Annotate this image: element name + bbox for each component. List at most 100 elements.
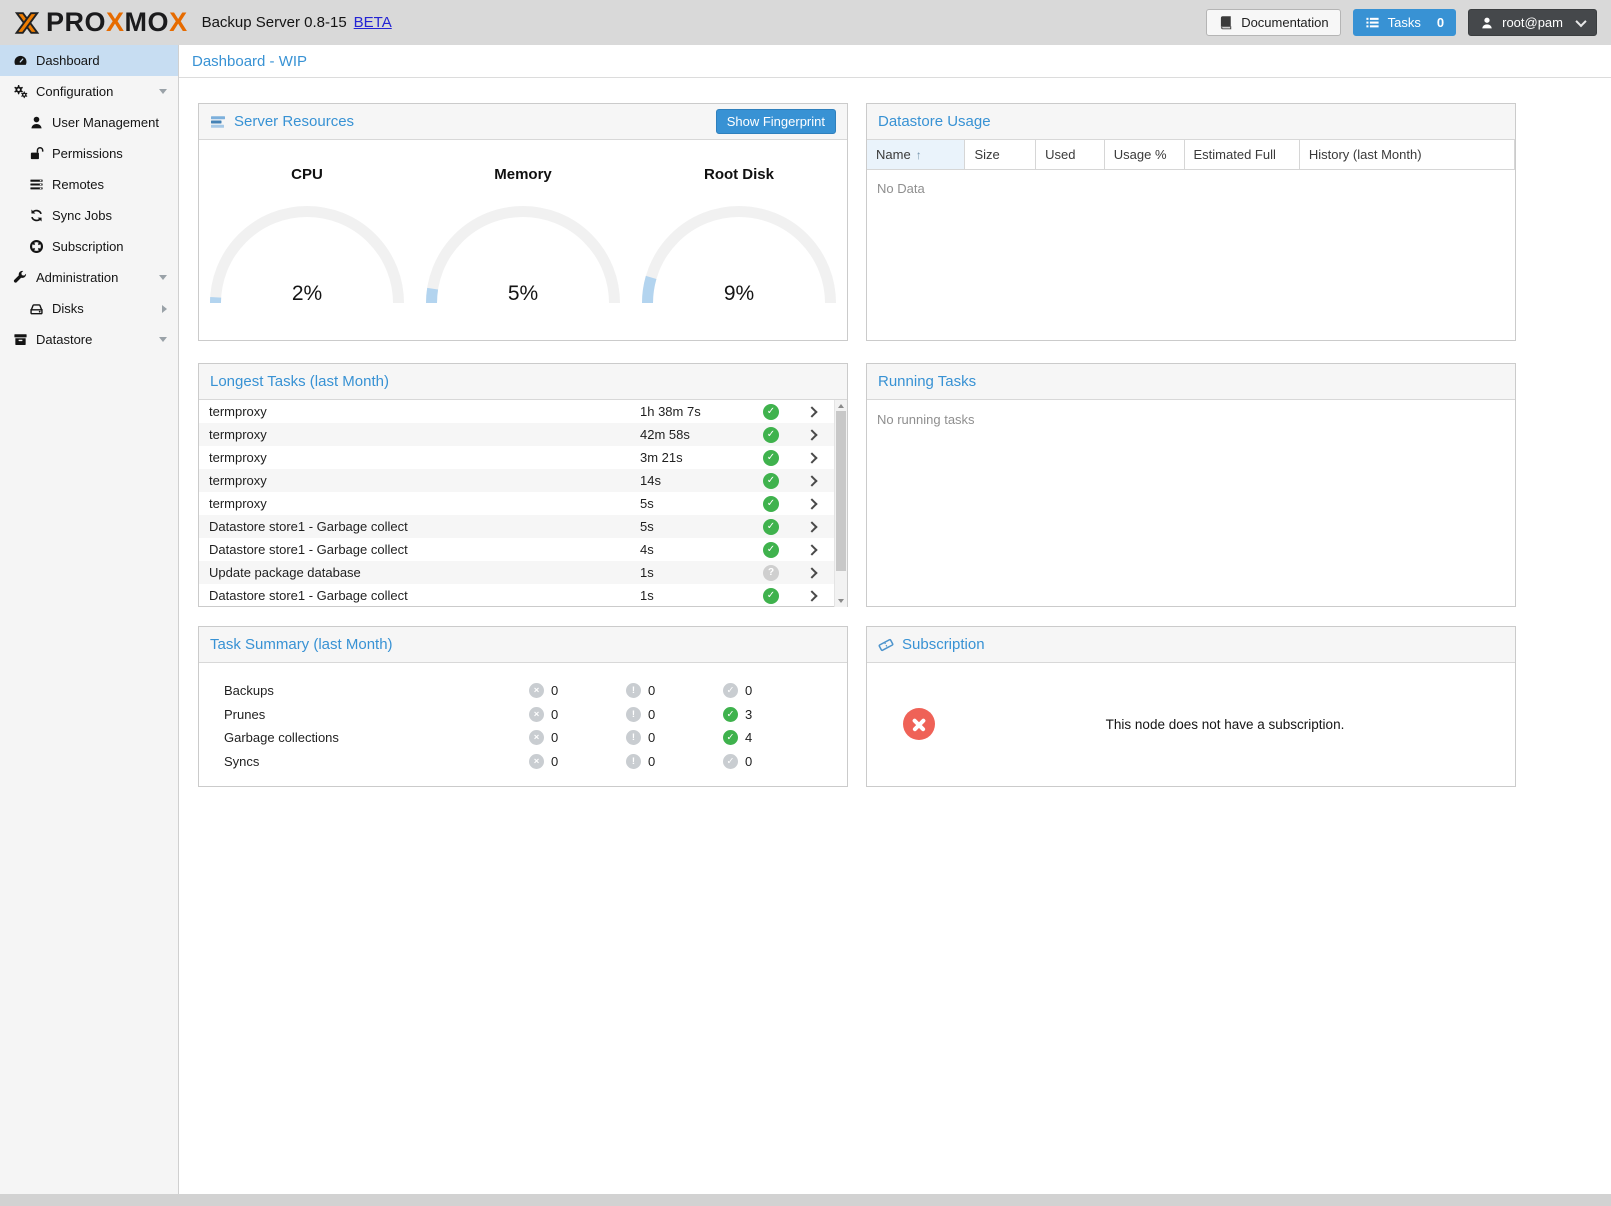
chevron-right-icon[interactable]: [790, 592, 834, 600]
sidebar-item-remotes[interactable]: Remotes: [0, 169, 178, 200]
ticket-icon: [878, 637, 894, 653]
longest-tasks-panel: Longest Tasks (last Month) termproxy 1h …: [198, 363, 848, 607]
task-duration: 1s: [640, 565, 752, 580]
error-count-cell[interactable]: ×0: [529, 683, 626, 698]
warning-icon: !: [626, 730, 641, 745]
chevron-right-icon[interactable]: [790, 523, 834, 531]
column-header-size[interactable]: Size: [965, 140, 1036, 169]
subscription-panel: Subscription This node does not have a s…: [866, 626, 1516, 787]
app-window: PROXMOX Backup Server 0.8-15 BETA Docume…: [0, 0, 1611, 1194]
error-count-cell[interactable]: ×0: [529, 707, 626, 722]
task-duration: 4s: [640, 542, 752, 557]
ok-icon: ✓: [723, 754, 738, 769]
chevron-right-icon[interactable]: [790, 569, 834, 577]
beta-link[interactable]: BETA: [354, 14, 392, 31]
datastore-usage-table-header: Name↑SizeUsedUsage %Estimated FullHistor…: [867, 140, 1515, 170]
task-row[interactable]: termproxy 42m 58s ✓: [199, 423, 834, 446]
sidebar-item-disks[interactable]: Disks: [0, 293, 178, 324]
warning-count-cell[interactable]: !0: [626, 707, 723, 722]
tachometer-icon: [12, 53, 28, 69]
chevron-right-icon[interactable]: [790, 431, 834, 439]
sidebar-item-label: Administration: [36, 270, 118, 285]
sidebar-item-sync-jobs[interactable]: Sync Jobs: [0, 200, 178, 231]
wrench-icon: [12, 270, 28, 286]
sidebar-item-administration[interactable]: Administration: [0, 262, 178, 293]
warning-icon: !: [626, 754, 641, 769]
warning-count-cell[interactable]: !0: [626, 730, 723, 745]
documentation-button[interactable]: Documentation: [1206, 9, 1340, 36]
task-row[interactable]: termproxy 14s ✓: [199, 469, 834, 492]
task-summary-panel: Task Summary (last Month) Backups ×0 !0 …: [198, 626, 848, 787]
scrollbar[interactable]: [834, 400, 847, 607]
sort-asc-icon: ↑: [916, 148, 922, 162]
task-row[interactable]: Datastore store1 - Garbage collect 5s ✓: [199, 515, 834, 538]
gauge-cpu: CPU 2%: [199, 166, 415, 309]
datastore-usage-empty-text: No Data: [867, 170, 1515, 207]
task-duration: 1s: [640, 588, 752, 603]
sidebar-item-label: User Management: [52, 115, 159, 130]
ok-count-cell[interactable]: ✓0: [723, 754, 820, 769]
sidebar-item-label: Permissions: [52, 146, 123, 161]
column-header-history-last-month-[interactable]: History (last Month): [1300, 140, 1515, 169]
subscription-message: This node does not have a subscription.: [935, 717, 1515, 732]
sidebar-item-dashboard[interactable]: Dashboard: [0, 45, 178, 76]
column-header-used[interactable]: Used: [1036, 140, 1105, 169]
sidebar-item-permissions[interactable]: Permissions: [0, 138, 178, 169]
sidebar-item-label: Datastore: [36, 332, 92, 347]
show-fingerprint-button[interactable]: Show Fingerprint: [716, 109, 836, 134]
documentation-label: Documentation: [1241, 15, 1328, 30]
chevron-right-icon[interactable]: [162, 305, 167, 313]
warning-count-cell[interactable]: !0: [626, 683, 723, 698]
gauge-memory: Memory 5%: [415, 166, 631, 309]
error-count-cell[interactable]: ×0: [529, 730, 626, 745]
sync-icon: [28, 208, 44, 224]
task-row[interactable]: Datastore store1 - Garbage collect 1s ✓: [199, 584, 834, 607]
sidebar-item-subscription[interactable]: Subscription: [0, 231, 178, 262]
chevron-down-icon[interactable]: [159, 89, 167, 94]
task-row[interactable]: termproxy 3m 21s ✓: [199, 446, 834, 469]
sidebar-item-user-management[interactable]: User Management: [0, 107, 178, 138]
scroll-down-arrow[interactable]: [835, 595, 847, 607]
chevron-right-icon[interactable]: [790, 454, 834, 462]
error-count-cell[interactable]: ×0: [529, 754, 626, 769]
error-icon: ×: [529, 754, 544, 769]
task-summary-label: Syncs: [199, 754, 529, 769]
chevron-right-icon[interactable]: [790, 546, 834, 554]
no-subscription-icon: [903, 708, 935, 740]
warning-count-cell[interactable]: !0: [626, 754, 723, 769]
ok-count-cell[interactable]: ✓4: [723, 730, 820, 745]
tasks-button[interactable]: Tasks 0: [1353, 9, 1456, 36]
column-header-usage-[interactable]: Usage %: [1105, 140, 1185, 169]
task-row[interactable]: Update package database 1s ?: [199, 561, 834, 584]
cogs-icon: [12, 84, 28, 100]
task-row[interactable]: termproxy 1h 38m 7s ✓: [199, 400, 834, 423]
chevron-down-icon[interactable]: [159, 275, 167, 280]
chevron-right-icon[interactable]: [790, 500, 834, 508]
task-summary-row: Syncs ×0 !0 ✓0: [199, 750, 847, 774]
book-icon: [1218, 15, 1233, 30]
task-row[interactable]: termproxy 5s ✓: [199, 492, 834, 515]
column-header-estimated-full[interactable]: Estimated Full: [1185, 140, 1300, 169]
sidebar-item-datastore[interactable]: Datastore: [0, 324, 178, 355]
chevron-right-icon[interactable]: [790, 408, 834, 416]
ok-icon: ✓: [723, 707, 738, 722]
gauge-value: 5%: [423, 282, 623, 306]
gauge-label: Memory: [415, 166, 631, 183]
breadcrumb-bar: Dashboard - WIP: [179, 45, 1611, 78]
task-name: termproxy: [199, 496, 640, 511]
datastore-usage-panel: Datastore Usage Name↑SizeUsedUsage %Esti…: [866, 103, 1516, 341]
proxmox-logo: PROXMOX: [10, 6, 188, 40]
unlock-icon: [28, 146, 44, 162]
ok-count-cell[interactable]: ✓0: [723, 683, 820, 698]
user-label: root@pam: [1502, 15, 1563, 30]
sidebar-item-configuration[interactable]: Configuration: [0, 76, 178, 107]
chevron-down-icon[interactable]: [159, 337, 167, 342]
user-menu-button[interactable]: root@pam: [1468, 9, 1597, 36]
chevron-right-icon[interactable]: [790, 477, 834, 485]
error-icon: ×: [529, 707, 544, 722]
error-icon: ×: [529, 683, 544, 698]
scrollbar-thumb[interactable]: [836, 411, 846, 571]
task-row[interactable]: Datastore store1 - Garbage collect 4s ✓: [199, 538, 834, 561]
column-header-name[interactable]: Name↑: [867, 140, 965, 169]
ok-count-cell[interactable]: ✓3: [723, 707, 820, 722]
